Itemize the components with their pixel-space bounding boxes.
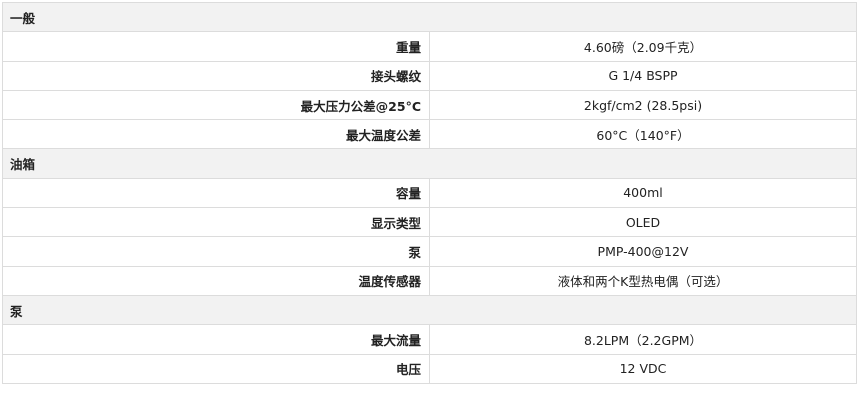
spec-value: 液体和两个K型热电偶（可选） [429, 265, 857, 296]
table-row: 电压 12 VDC [2, 353, 857, 384]
spec-value: 8.2LPM（2.2GPM） [429, 324, 857, 355]
spec-value: 400ml [429, 177, 857, 209]
spec-label: 重量 [2, 31, 430, 62]
table-row: 最大压力公差@25°C 2kgf/cm2 (28.5psi) [2, 89, 857, 121]
table-row: 泵 PMP-400@12V [2, 236, 857, 267]
spec-label: 最大流量 [2, 324, 430, 355]
spec-value: 4.60磅（2.09千克） [429, 31, 857, 62]
section-header-general: 一般 [2, 1, 857, 33]
section-title: 油箱 [2, 148, 857, 179]
spec-value: 12 VDC [429, 353, 857, 384]
spec-value: G 1/4 BSPP [429, 60, 857, 91]
spec-label: 容量 [2, 177, 430, 209]
spec-label: 温度传感器 [2, 265, 430, 296]
spec-value: 2kgf/cm2 (28.5psi) [429, 89, 857, 121]
spec-value: OLED [429, 207, 857, 238]
spec-value: 60°C（140°F） [429, 119, 857, 150]
spec-label: 电压 [2, 353, 430, 384]
spec-label: 显示类型 [2, 207, 430, 238]
table-row: 温度传感器 液体和两个K型热电偶（可选） [2, 265, 857, 296]
spec-value: PMP-400@12V [429, 236, 857, 267]
section-header-pump: 泵 [2, 294, 857, 326]
spec-table: 一般 重量 4.60磅（2.09千克） 接头螺纹 G 1/4 BSPP 最大压力… [2, 1, 857, 384]
table-row: 显示类型 OLED [2, 207, 857, 238]
spec-label: 最大温度公差 [2, 119, 430, 150]
section-title: 泵 [2, 294, 857, 326]
table-row: 接头螺纹 G 1/4 BSPP [2, 60, 857, 91]
spec-label: 泵 [2, 236, 430, 267]
table-row: 重量 4.60磅（2.09千克） [2, 31, 857, 62]
section-header-reservoir: 油箱 [2, 148, 857, 179]
table-row: 最大流量 8.2LPM（2.2GPM） [2, 324, 857, 355]
table-row: 最大温度公差 60°C（140°F） [2, 119, 857, 150]
spec-label: 接头螺纹 [2, 60, 430, 91]
section-title: 一般 [2, 1, 857, 33]
spec-label: 最大压力公差@25°C [2, 89, 430, 121]
table-row: 容量 400ml [2, 177, 857, 209]
